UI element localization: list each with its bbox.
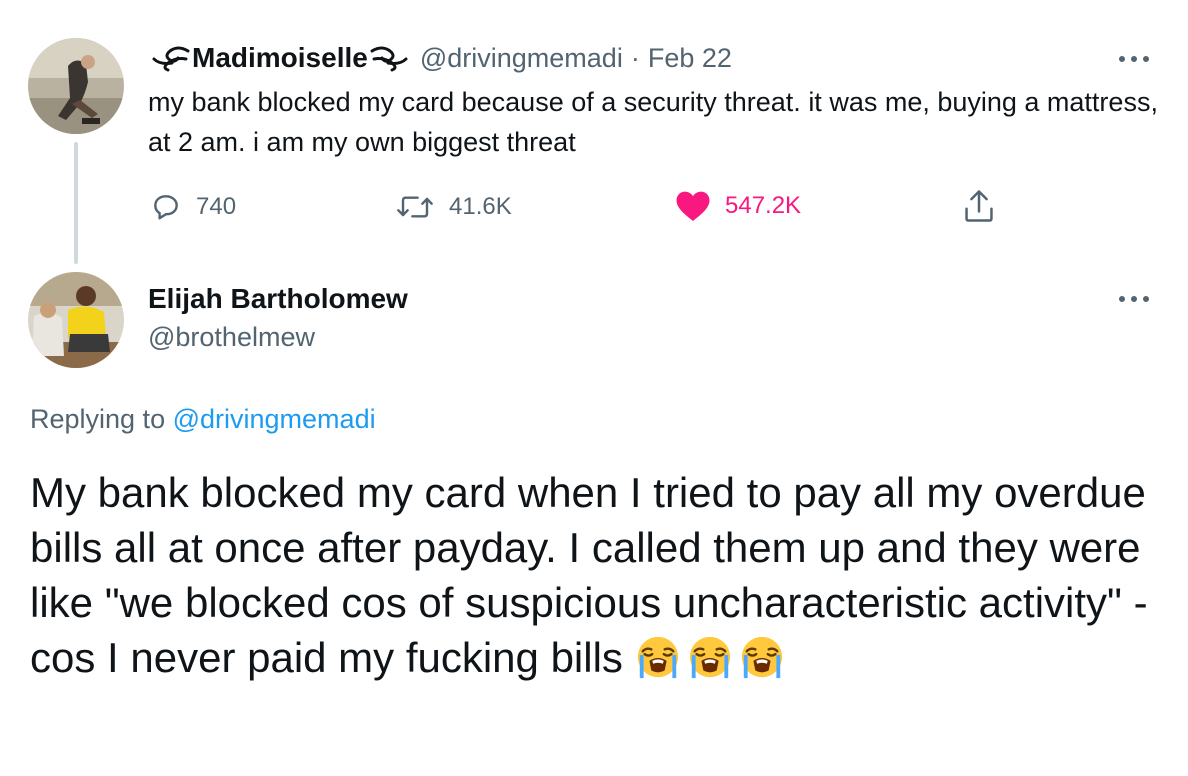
- retweet-count: 41.6K: [449, 193, 512, 220]
- replying-handle-link[interactable]: @drivingmemadi: [173, 404, 376, 434]
- retweet-icon: [397, 196, 433, 218]
- reply-display-name[interactable]: Elijah Bartholomew: [148, 283, 408, 315]
- thread-line: [74, 142, 78, 264]
- share-action[interactable]: [962, 188, 996, 229]
- more-icon[interactable]: [1119, 56, 1149, 62]
- avatar-madimoiselle[interactable]: [28, 38, 124, 134]
- tweet-date[interactable]: Feb 22: [648, 43, 732, 74]
- display-name-group[interactable]: Madimoiselle: [148, 42, 412, 74]
- reply-text: My bank blocked my card when I tried to …: [30, 469, 1148, 681]
- reply-text-block: My bank blocked my card when I tried to …: [30, 465, 1160, 685]
- avatar-elijah[interactable]: [28, 272, 124, 368]
- heart-icon: [676, 191, 710, 221]
- tweet-header: Madimoiselle @drivingmemadi · Feb 22: [148, 40, 732, 76]
- replying-to: Replying to @drivingmemadi: [30, 404, 376, 435]
- like-count: 547.2K: [725, 192, 802, 219]
- like-action[interactable]: 547.2K: [675, 189, 801, 223]
- avatar-image: [28, 38, 124, 134]
- tweet-text: my bank blocked my card because of a sec…: [148, 87, 1158, 157]
- avatar-image: [28, 272, 124, 368]
- emoji-group: [635, 634, 791, 681]
- loudly-crying-face-icon: [689, 636, 730, 679]
- share-icon: [965, 190, 993, 222]
- retweet-action[interactable]: 41.6K: [395, 191, 512, 223]
- flourish-left-icon: [152, 46, 190, 72]
- loudly-crying-face-icon: [741, 636, 782, 679]
- separator-dot: ·: [630, 42, 640, 73]
- display-name: Madimoiselle: [192, 42, 368, 73]
- reply-more-icon[interactable]: [1119, 296, 1149, 302]
- replying-prefix: Replying to: [30, 404, 166, 434]
- loudly-crying-face-icon: [637, 636, 678, 679]
- flourish-right-icon: [370, 46, 408, 72]
- reply-action[interactable]: 740: [150, 191, 236, 223]
- reply-icon: [154, 195, 178, 220]
- reply-handle[interactable]: @brothelmew: [148, 322, 315, 353]
- handle[interactable]: @drivingmemadi: [420, 43, 623, 74]
- reply-count: 740: [196, 193, 237, 220]
